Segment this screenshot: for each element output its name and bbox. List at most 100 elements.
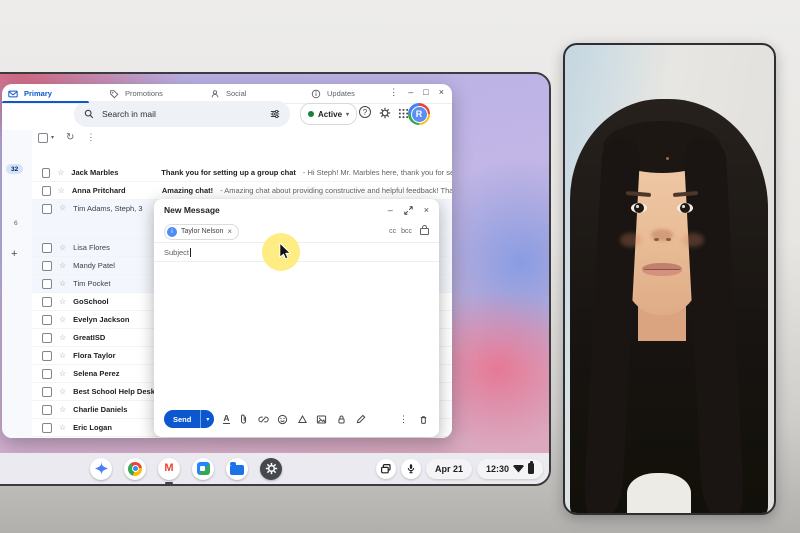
row-checkbox[interactable] bbox=[42, 186, 51, 196]
envelope-icon bbox=[8, 89, 18, 99]
compose-header[interactable]: New Message – × bbox=[154, 199, 439, 221]
refresh-icon[interactable]: ↻ bbox=[66, 132, 74, 143]
email-sender: Best School Help Desk bbox=[73, 387, 156, 396]
settings-gear-icon[interactable] bbox=[378, 106, 392, 120]
search-input[interactable]: Search in mail bbox=[74, 101, 290, 127]
files-app-icon[interactable] bbox=[226, 458, 248, 480]
profile-avatar[interactable]: R bbox=[408, 103, 430, 125]
launcher-button[interactable] bbox=[90, 458, 112, 480]
email-row[interactable]: ☆Best School Dance TroupeN bbox=[32, 437, 452, 438]
compose-window: New Message – × i Taylor Nelson × cc bbox=[154, 199, 439, 437]
lock-icon bbox=[420, 228, 429, 235]
tab-social[interactable]: Social bbox=[204, 84, 305, 103]
tab-updates[interactable]: Updates bbox=[305, 84, 406, 103]
attach-files-icon[interactable] bbox=[238, 414, 249, 425]
screen-capture-button[interactable] bbox=[376, 459, 396, 479]
label-count: 6 bbox=[14, 220, 18, 227]
status-chip[interactable]: Active ▾ bbox=[300, 103, 357, 125]
select-all-checkbox[interactable]: ▾ bbox=[38, 133, 54, 143]
chevron-down-icon: ▾ bbox=[346, 111, 349, 118]
star-icon[interactable]: ☆ bbox=[59, 262, 66, 270]
row-checkbox[interactable] bbox=[42, 204, 52, 214]
search-icon bbox=[84, 109, 94, 119]
gear-icon bbox=[265, 462, 278, 475]
add-label-button[interactable]: + bbox=[11, 248, 17, 260]
star-icon[interactable]: ☆ bbox=[59, 424, 66, 432]
row-checkbox[interactable] bbox=[42, 243, 52, 253]
row-checkbox[interactable] bbox=[42, 168, 50, 178]
settings-app-icon[interactable] bbox=[260, 458, 282, 480]
search-options-icon[interactable] bbox=[270, 109, 280, 119]
chrome-app-icon[interactable] bbox=[124, 458, 146, 480]
star-icon[interactable]: ☆ bbox=[59, 334, 66, 342]
insert-emoji-icon[interactable] bbox=[277, 414, 288, 425]
compose-minimize-icon[interactable]: – bbox=[388, 205, 393, 215]
date-pill[interactable]: Apr 21 bbox=[426, 459, 472, 479]
insert-link-icon[interactable] bbox=[258, 414, 269, 425]
window-close-icon[interactable]: × bbox=[439, 88, 444, 97]
remove-recipient-icon[interactable]: × bbox=[227, 227, 232, 236]
tab-promotions[interactable]: Promotions bbox=[103, 84, 204, 103]
microphone-button[interactable] bbox=[401, 459, 421, 479]
row-checkbox[interactable] bbox=[42, 297, 52, 307]
contact-avatar: i bbox=[167, 227, 177, 237]
video-frame: ⋮ – □ × Search in mail Active ▾ ? bbox=[0, 0, 800, 533]
recipients-field[interactable]: i Taylor Nelson × cc bcc bbox=[154, 221, 439, 243]
star-icon[interactable]: ☆ bbox=[59, 316, 66, 324]
row-checkbox[interactable] bbox=[42, 261, 52, 271]
insert-from-drive-icon[interactable] bbox=[297, 414, 308, 425]
star-icon[interactable]: ☆ bbox=[59, 280, 66, 288]
time-label: 12:30 bbox=[486, 464, 509, 474]
tab-primary[interactable]: Primary bbox=[2, 84, 103, 103]
bcc-button[interactable]: bcc bbox=[401, 228, 412, 235]
window-maximize-icon[interactable]: □ bbox=[423, 88, 428, 97]
compose-expand-icon[interactable] bbox=[404, 206, 413, 215]
meet-app-icon[interactable] bbox=[192, 458, 214, 480]
send-button[interactable]: Send ▾ bbox=[164, 410, 214, 428]
status-area[interactable]: 12:30 bbox=[477, 459, 543, 479]
help-icon[interactable]: ? bbox=[359, 106, 371, 118]
star-icon[interactable]: ☆ bbox=[59, 388, 66, 396]
cc-button[interactable]: cc bbox=[389, 228, 396, 235]
inbox-count-badge[interactable]: 32 bbox=[6, 164, 23, 174]
discard-draft-icon[interactable] bbox=[418, 414, 429, 425]
row-checkbox[interactable] bbox=[42, 387, 52, 397]
email-row[interactable]: ☆Anna PritchardAmazing chat!- Amazing ch… bbox=[32, 182, 452, 200]
email-sender: Jack Marbles bbox=[71, 168, 154, 177]
star-icon[interactable]: ☆ bbox=[59, 406, 66, 414]
chromeos-shelf: M Apr 21 12:30 bbox=[0, 453, 549, 484]
insert-signature-icon[interactable] bbox=[355, 414, 366, 425]
microphone-icon bbox=[405, 463, 417, 475]
more-vertical-icon[interactable]: ⋮ bbox=[86, 132, 95, 143]
send-options-caret-icon[interactable]: ▾ bbox=[201, 416, 214, 423]
star-icon[interactable]: ☆ bbox=[59, 204, 66, 212]
compose-close-icon[interactable]: × bbox=[424, 205, 429, 215]
email-row[interactable]: ☆ Jack Marbles Thank you for setting up a … bbox=[32, 164, 452, 182]
row-checkbox[interactable] bbox=[42, 351, 52, 361]
more-options-icon[interactable]: ⋮ bbox=[399, 414, 408, 425]
row-checkbox[interactable] bbox=[42, 279, 52, 289]
star-icon[interactable]: ☆ bbox=[59, 352, 66, 360]
window-minimize-icon[interactable]: – bbox=[408, 88, 413, 97]
compose-body[interactable] bbox=[154, 261, 439, 405]
row-checkbox[interactable] bbox=[42, 333, 52, 343]
star-icon[interactable]: ☆ bbox=[59, 370, 66, 378]
recipient-chip[interactable]: i Taylor Nelson × bbox=[164, 224, 239, 240]
email-sender: Lisa Flores bbox=[73, 243, 156, 252]
star-icon[interactable]: ☆ bbox=[59, 298, 66, 306]
confidential-mode-icon[interactable] bbox=[336, 414, 347, 425]
compose-toolbar: Send ▾ A ⋮ bbox=[154, 407, 439, 431]
star-icon[interactable]: ☆ bbox=[59, 244, 66, 252]
star-icon[interactable]: ☆ bbox=[58, 187, 65, 195]
gmail-header: Search in mail Active ▾ ? R bbox=[2, 100, 452, 128]
star-icon[interactable]: ☆ bbox=[57, 169, 64, 177]
row-checkbox[interactable] bbox=[42, 405, 52, 415]
insert-photo-icon[interactable] bbox=[316, 414, 327, 425]
row-checkbox[interactable] bbox=[42, 369, 52, 379]
email-sender: Mandy Patel bbox=[73, 261, 156, 270]
row-checkbox[interactable] bbox=[42, 423, 52, 433]
row-checkbox[interactable] bbox=[42, 315, 52, 325]
email-subject: Thank you for setting up a group chat bbox=[161, 168, 296, 177]
gmail-app-icon[interactable]: M bbox=[158, 458, 180, 480]
formatting-options-icon[interactable]: A bbox=[223, 414, 229, 424]
